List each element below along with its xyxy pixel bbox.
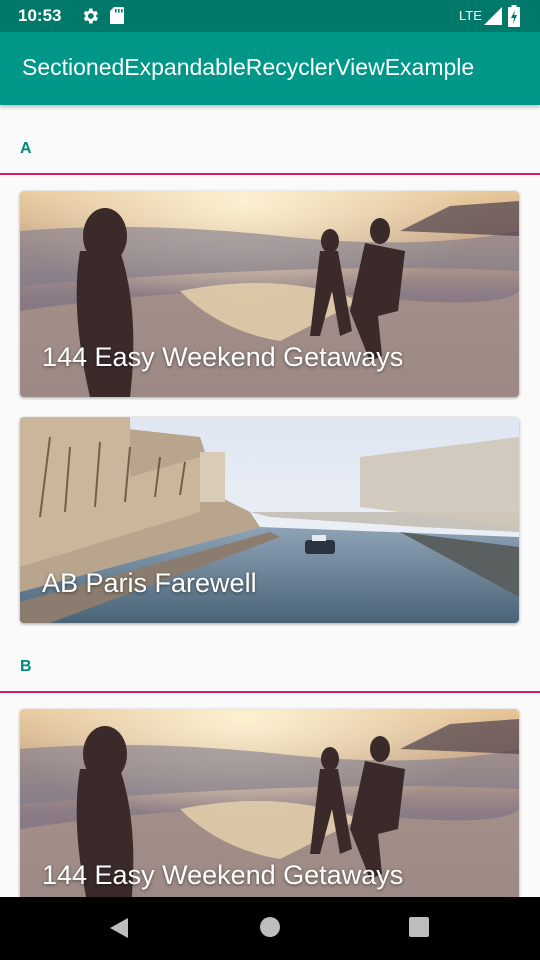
status-time: 10:53: [18, 6, 62, 25]
recents-icon[interactable]: [409, 917, 429, 937]
status-bar: 10:53 LTE: [0, 0, 540, 32]
signal-icon: [484, 7, 502, 25]
app-bar: SectionedExpandableRecyclerViewExample: [0, 32, 540, 105]
section-divider: [0, 691, 540, 693]
back-icon[interactable]: [108, 917, 130, 939]
list-item-card[interactable]: 144 Easy Weekend Getaways: [20, 709, 519, 897]
battery-charging-icon: [508, 5, 520, 27]
settings-gear-icon: [83, 8, 98, 24]
card-title: 144 Easy Weekend Getaways: [42, 342, 404, 372]
recycler-list[interactable]: A 144 Easy Weekend Getaways AB Paris Far…: [0, 105, 540, 897]
sd-card-icon: [110, 7, 124, 24]
app-title: SectionedExpandableRecyclerViewExample: [22, 54, 475, 80]
card-title: 144 Easy Weekend Getaways: [42, 860, 404, 890]
home-icon[interactable]: [260, 917, 280, 937]
list-item-card[interactable]: AB Paris Farewell: [20, 417, 519, 623]
section-divider: [0, 173, 540, 175]
card-title: AB Paris Farewell: [42, 568, 257, 598]
section-letter: B: [20, 658, 32, 675]
section-letter: A: [20, 140, 32, 157]
navigation-bar: [0, 897, 540, 960]
section-header-b[interactable]: B: [0, 623, 540, 693]
section-header-a[interactable]: A: [0, 105, 540, 175]
list-item-card[interactable]: 144 Easy Weekend Getaways: [20, 191, 519, 397]
network-type-label: LTE: [459, 8, 482, 23]
